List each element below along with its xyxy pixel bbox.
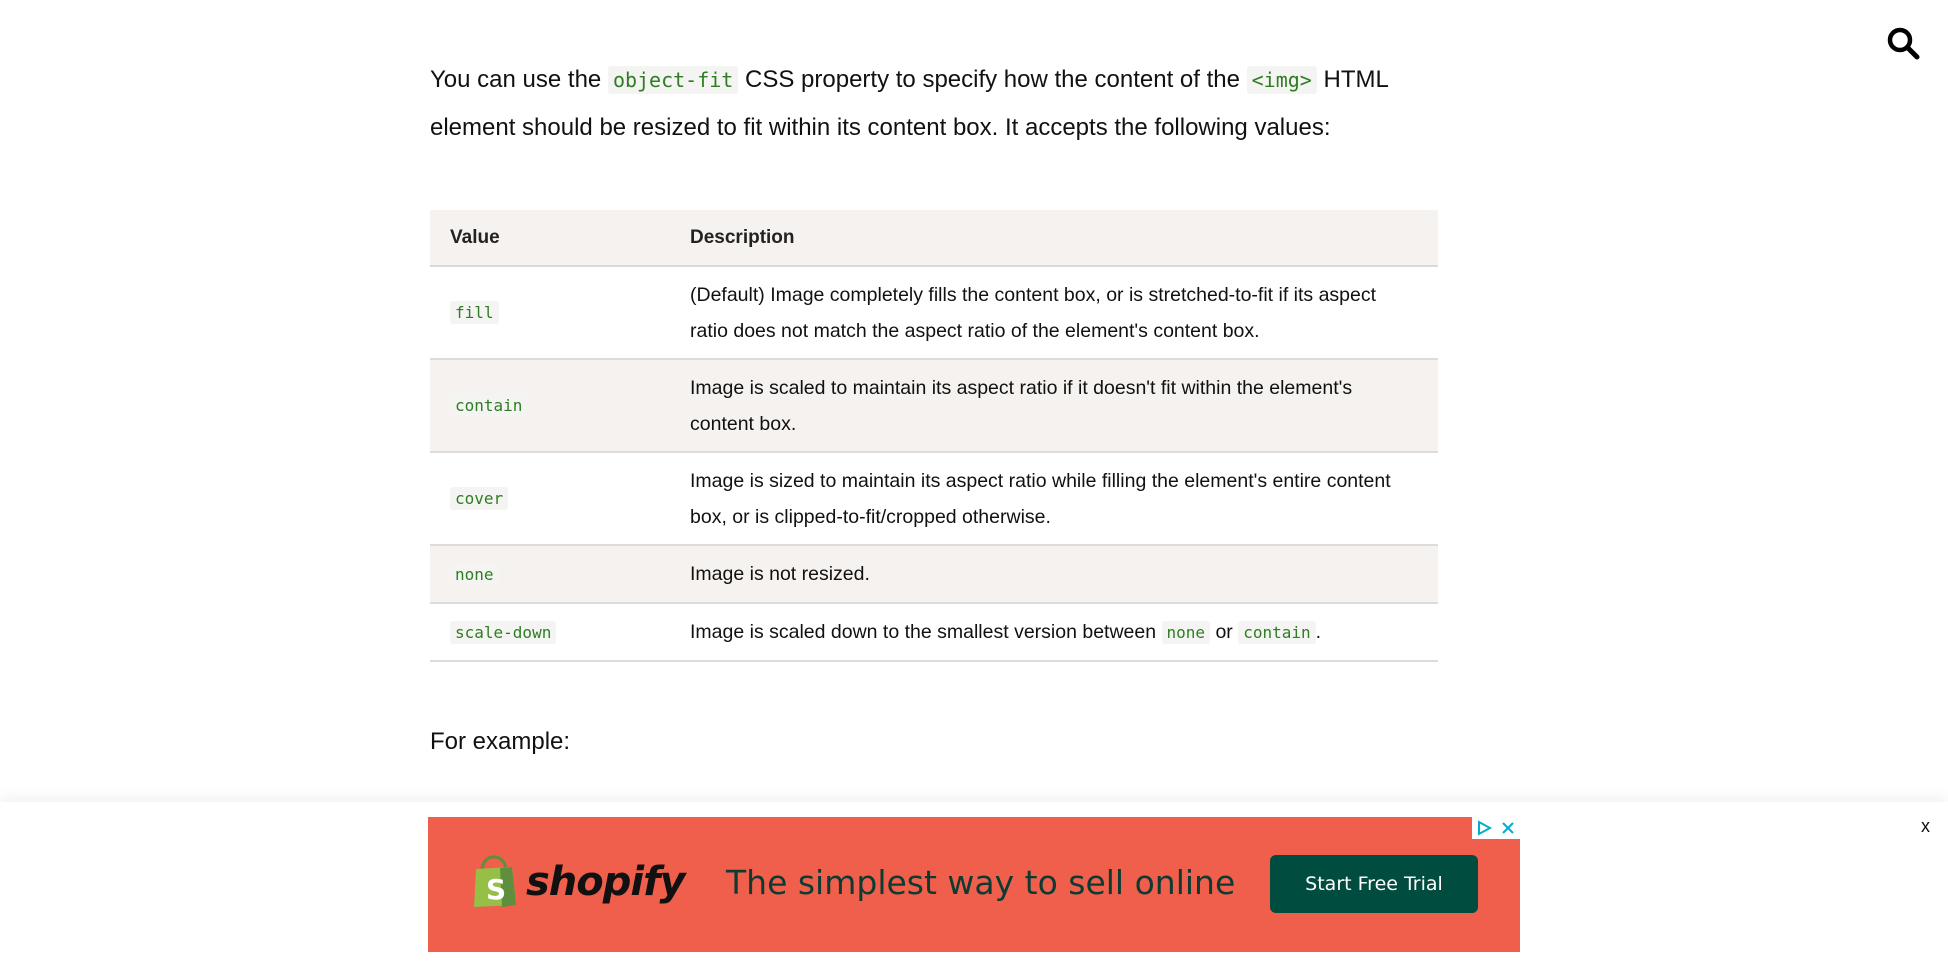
column-header-value: Value xyxy=(430,210,670,267)
table-row: cover Image is sized to maintain its asp… xyxy=(430,452,1438,546)
intro-text: CSS property to specify how the content … xyxy=(738,66,1247,93)
description-cell: Image is not resized. xyxy=(670,545,1438,604)
value-code: none xyxy=(450,562,499,586)
value-code: scale-down xyxy=(450,620,557,644)
ad-bar-close-button[interactable]: x xyxy=(1921,816,1930,837)
description-cell: Image is scaled down to the smallest ver… xyxy=(670,603,1438,662)
svg-text:S: S xyxy=(486,873,506,906)
table-row: scale-down Image is scaled down to the s… xyxy=(430,603,1438,662)
search-icon xyxy=(1887,27,1920,60)
code-img-tag: <img> xyxy=(1246,66,1317,94)
description-text: Image is scaled down to the smallest ver… xyxy=(690,620,1162,643)
search-button[interactable] xyxy=(1886,26,1920,60)
ad-close-icon[interactable] xyxy=(1496,817,1520,839)
shopify-logo: S shopify xyxy=(472,855,686,909)
description-text: or xyxy=(1210,620,1239,643)
ad-choices xyxy=(1472,817,1520,839)
inline-code: none xyxy=(1161,620,1211,644)
values-table: Value Description fill (Default) Image c… xyxy=(430,210,1438,662)
column-header-description: Description xyxy=(670,210,1438,267)
intro-text: You can use the xyxy=(430,66,608,93)
description-cell: Image is scaled to maintain its aspect r… xyxy=(670,359,1438,453)
description-cell: Image is sized to maintain its aspect ra… xyxy=(670,452,1438,546)
inline-code: contain xyxy=(1238,620,1316,644)
for-example-text: For example: xyxy=(430,728,571,755)
value-cell: cover xyxy=(430,452,670,546)
article-content: You can use the object-fit CSS property … xyxy=(430,56,1438,755)
ad-bar: x S shopify The simplest way to sell onl… xyxy=(0,802,1948,967)
table-header-row: Value Description xyxy=(430,210,1438,267)
table-row: none Image is not resized. xyxy=(430,545,1438,604)
description-text: . xyxy=(1315,620,1322,643)
code-object-fit: object-fit xyxy=(607,66,739,94)
value-code: fill xyxy=(450,301,499,324)
shopping-bag-icon: S xyxy=(474,855,516,907)
table-row: fill (Default) Image completely fills th… xyxy=(430,266,1438,360)
intro-paragraph: You can use the object-fit CSS property … xyxy=(430,56,1438,152)
description-cell: (Default) Image completely fills the con… xyxy=(670,266,1438,360)
value-cell: contain xyxy=(430,359,670,453)
value-code: contain xyxy=(450,394,528,417)
value-cell: none xyxy=(430,545,670,604)
value-code: cover xyxy=(450,487,509,510)
start-free-trial-button[interactable]: Start Free Trial xyxy=(1270,855,1478,913)
ad-info-icon[interactable] xyxy=(1472,817,1496,839)
ad-headline: The simplest way to sell online xyxy=(726,863,1236,902)
shopify-wordmark: shopify xyxy=(526,859,686,905)
ad-banner[interactable]: S shopify The simplest way to sell onlin… xyxy=(428,817,1520,952)
value-cell: fill xyxy=(430,266,670,360)
table-row: contain Image is scaled to maintain its … xyxy=(430,359,1438,453)
value-cell: scale-down xyxy=(430,603,670,662)
